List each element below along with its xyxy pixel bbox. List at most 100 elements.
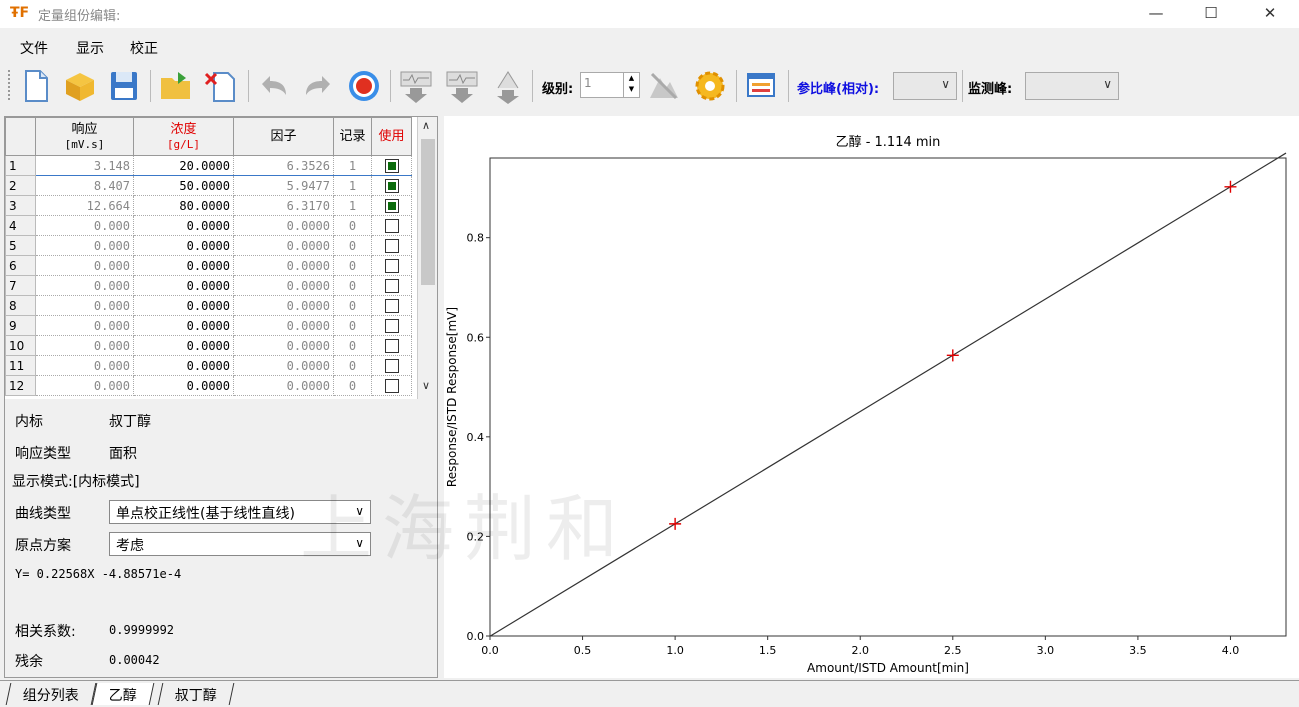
cell-use[interactable] <box>371 275 412 296</box>
tab-tert-butanol[interactable]: 叔丁醇 <box>157 683 235 705</box>
cell-record[interactable]: 0 <box>333 335 372 356</box>
row-number[interactable]: 2 <box>5 175 36 196</box>
row-number[interactable]: 11 <box>5 355 36 376</box>
cell-concentration[interactable]: 0.0000 <box>133 235 234 256</box>
table-row[interactable]: 10 0.000 0.0000 0.0000 0 <box>5 335 412 356</box>
cell-response[interactable]: 8.407 <box>35 175 134 196</box>
use-checkbox[interactable] <box>384 198 399 213</box>
cell-use[interactable] <box>371 315 412 336</box>
cell-factor[interactable]: 6.3526 <box>233 155 334 176</box>
table-row[interactable]: 4 0.000 0.0000 0.0000 0 <box>5 215 412 236</box>
row-number[interactable]: 6 <box>5 255 36 276</box>
cell-response[interactable]: 0.000 <box>35 255 134 276</box>
cell-record[interactable]: 0 <box>333 295 372 316</box>
cell-use[interactable] <box>371 155 412 176</box>
settings-gear-icon[interactable] <box>692 68 728 104</box>
cell-response[interactable]: 3.148 <box>35 155 134 176</box>
row-number[interactable]: 10 <box>5 335 36 356</box>
col-header-use[interactable]: 使用 <box>371 117 412 156</box>
cell-factor[interactable]: 5.9477 <box>233 175 334 196</box>
cell-response[interactable]: 0.000 <box>35 335 134 356</box>
cell-concentration[interactable]: 80.0000 <box>133 195 234 216</box>
cell-use[interactable] <box>371 255 412 276</box>
cell-response[interactable]: 0.000 <box>35 315 134 336</box>
cell-factor[interactable]: 0.0000 <box>233 315 334 336</box>
cell-record[interactable]: 0 <box>333 275 372 296</box>
cell-factor[interactable]: 0.0000 <box>233 215 334 236</box>
cell-concentration[interactable]: 20.0000 <box>133 155 234 176</box>
cell-record[interactable]: 1 <box>333 175 372 196</box>
use-checkbox[interactable] <box>384 218 399 233</box>
cell-use[interactable] <box>371 335 412 356</box>
row-number[interactable]: 3 <box>5 195 36 216</box>
cell-factor[interactable]: 0.0000 <box>233 255 334 276</box>
scroll-thumb[interactable] <box>421 139 435 285</box>
cell-concentration[interactable]: 0.0000 <box>133 355 234 376</box>
record-icon[interactable] <box>346 68 382 104</box>
cell-record[interactable]: 0 <box>333 355 372 376</box>
tab-component-list[interactable]: 组分列表 <box>5 683 97 705</box>
cell-concentration[interactable]: 0.0000 <box>133 255 234 276</box>
disabled-peak-icon[interactable] <box>646 68 682 104</box>
row-number[interactable]: 1 <box>5 155 36 176</box>
col-header-record[interactable]: 记录 <box>333 117 372 156</box>
cell-use[interactable] <box>371 195 412 216</box>
tab-ethanol[interactable]: 乙醇 <box>91 683 155 705</box>
table-scrollbar[interactable]: ∧ ∨ <box>417 117 437 399</box>
cell-record[interactable]: 1 <box>333 155 372 176</box>
cell-record[interactable]: 0 <box>333 215 372 236</box>
cell-concentration[interactable]: 0.0000 <box>133 295 234 316</box>
cell-concentration[interactable]: 0.0000 <box>133 215 234 236</box>
table-row[interactable]: 1 3.148 20.0000 6.3526 1 <box>5 155 412 176</box>
use-checkbox[interactable] <box>384 378 399 393</box>
cell-record[interactable]: 1 <box>333 195 372 216</box>
row-number[interactable]: 5 <box>5 235 36 256</box>
table-row[interactable]: 11 0.000 0.0000 0.0000 0 <box>5 355 412 376</box>
cell-record[interactable]: 0 <box>333 315 372 336</box>
peak-down-2-icon[interactable] <box>444 68 480 104</box>
origin-select[interactable]: 考虑 ∨ <box>109 532 371 556</box>
use-checkbox[interactable] <box>384 158 399 173</box>
use-checkbox[interactable] <box>384 318 399 333</box>
cell-response[interactable]: 0.000 <box>35 215 134 236</box>
use-checkbox[interactable] <box>384 178 399 193</box>
use-checkbox[interactable] <box>384 278 399 293</box>
cell-use[interactable] <box>371 355 412 376</box>
use-checkbox[interactable] <box>384 258 399 273</box>
menu-file[interactable]: 文件 <box>20 38 48 58</box>
table-row[interactable]: 9 0.000 0.0000 0.0000 0 <box>5 315 412 336</box>
row-number[interactable]: 8 <box>5 295 36 316</box>
row-number[interactable]: 9 <box>5 315 36 336</box>
cell-concentration[interactable]: 0.0000 <box>133 375 234 396</box>
peak-up-icon[interactable] <box>490 68 526 104</box>
use-checkbox[interactable] <box>384 338 399 353</box>
close-button[interactable]: ✕ <box>1250 2 1290 24</box>
cell-response[interactable]: 12.664 <box>35 195 134 216</box>
table-row[interactable]: 5 0.000 0.0000 0.0000 0 <box>5 235 412 256</box>
cell-use[interactable] <box>371 215 412 236</box>
cell-use[interactable] <box>371 175 412 196</box>
cell-record[interactable]: 0 <box>333 375 372 396</box>
cell-concentration[interactable]: 0.0000 <box>133 335 234 356</box>
col-header-concentration[interactable]: 浓度 [g/L] <box>133 117 234 156</box>
open-folder-icon[interactable] <box>158 68 194 104</box>
curve-type-select[interactable]: 单点校正线性(基于线性直线) ∨ <box>109 500 371 524</box>
cell-response[interactable]: 0.000 <box>35 375 134 396</box>
row-number[interactable]: 7 <box>5 275 36 296</box>
cell-response[interactable]: 0.000 <box>35 275 134 296</box>
ref-peak-select[interactable]: ∨ <box>893 72 957 100</box>
use-checkbox[interactable] <box>384 358 399 373</box>
table-row[interactable]: 12 0.000 0.0000 0.0000 0 <box>5 375 412 396</box>
undo-icon[interactable] <box>256 68 292 104</box>
cell-record[interactable]: 0 <box>333 235 372 256</box>
table-row[interactable]: 3 12.664 80.0000 6.3170 1 <box>5 195 412 216</box>
redo-icon[interactable] <box>300 68 336 104</box>
delete-file-icon[interactable] <box>202 68 238 104</box>
cell-concentration[interactable]: 50.0000 <box>133 175 234 196</box>
scroll-up-icon[interactable]: ∧ <box>422 119 430 132</box>
cell-factor[interactable]: 0.0000 <box>233 375 334 396</box>
cell-concentration[interactable]: 0.0000 <box>133 275 234 296</box>
table-row[interactable]: 2 8.407 50.0000 5.9477 1 <box>5 175 412 196</box>
maximize-button[interactable]: ☐ <box>1191 2 1231 24</box>
menu-calibrate[interactable]: 校正 <box>130 38 158 58</box>
